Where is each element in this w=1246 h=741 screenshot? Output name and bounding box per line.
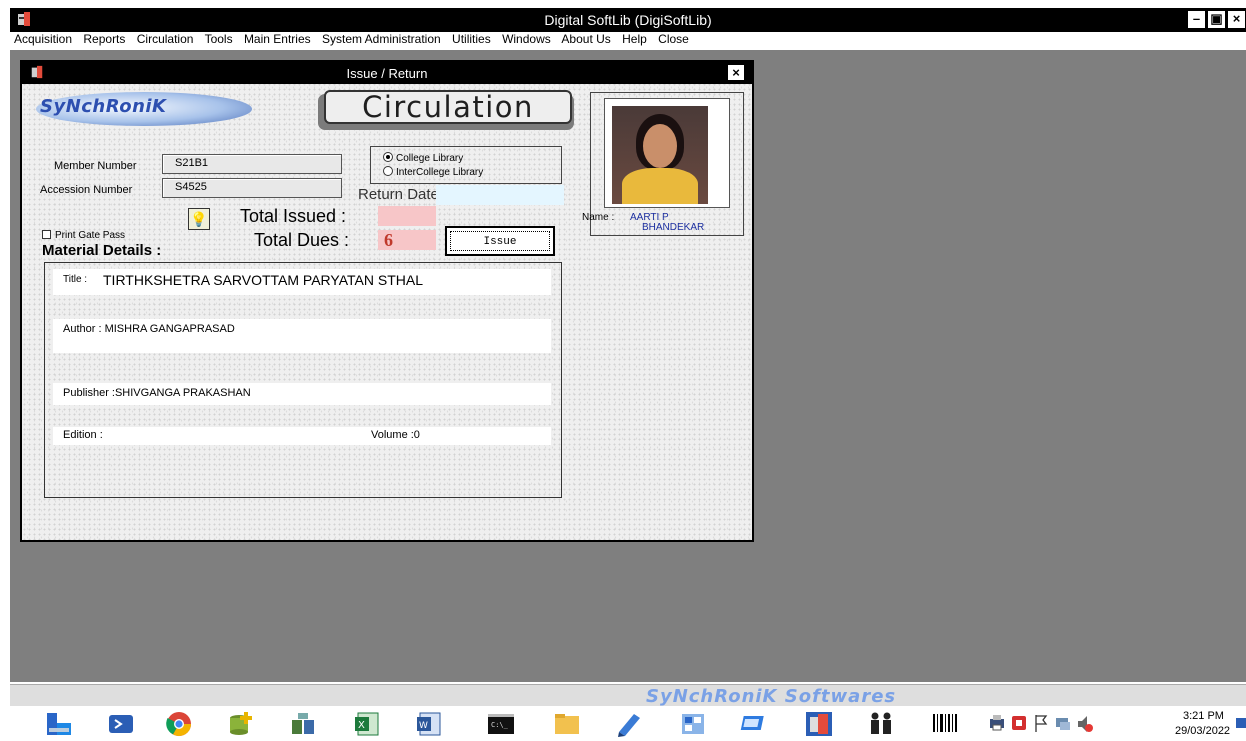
close-window-button[interactable]: × — [1228, 11, 1245, 28]
menu-main-entries[interactable]: Main Entries — [244, 32, 311, 46]
material-details-panel: Title : TIRTHKSHETRA SARVOTTAM PARYATAN … — [44, 262, 562, 498]
svg-text:C:\_: C:\_ — [491, 721, 509, 729]
menu-about-us[interactable]: About Us — [561, 32, 610, 46]
menu-system-administration[interactable]: System Administration — [322, 32, 441, 46]
intercollege-library-label: InterCollege Library — [396, 167, 484, 178]
app-title: Digital SoftLib (DigiSoftLib) — [544, 12, 712, 28]
cmd-icon[interactable]: C:\_ — [486, 710, 516, 738]
accession-number-field[interactable]: S4525 — [162, 178, 342, 198]
printer-icon[interactable] — [988, 710, 1006, 738]
volume-label: Volume :0 — [371, 429, 420, 441]
menu-help[interactable]: Help — [622, 32, 647, 46]
barcode-icon[interactable] — [930, 710, 960, 738]
explorer-icon[interactable] — [552, 710, 582, 738]
total-dues-label: Total Dues : — [254, 230, 350, 250]
menu-utilities[interactable]: Utilities — [452, 32, 491, 46]
edition-row: Edition : Volume :0 — [53, 427, 551, 445]
title-value: TIRTHKSHETRA SARVOTTAM PARYATAN STHAL — [103, 272, 423, 288]
radio-unselected-icon[interactable] — [383, 166, 393, 176]
intercollege-library-option[interactable]: InterCollege Library — [383, 166, 483, 178]
lookup-bulb-button[interactable]: 💡 — [188, 208, 210, 230]
menu-windows[interactable]: Windows — [502, 32, 551, 46]
issue-button-label: Issue — [450, 231, 550, 251]
radio-selected-icon[interactable] — [383, 152, 393, 162]
library-type-group: College Library InterCollege Library — [370, 146, 562, 184]
menu-acquisition[interactable]: Acquisition — [14, 32, 72, 46]
menubar: Acquisition Reports Circulation Tools Ma… — [14, 32, 697, 50]
word-icon[interactable]: W — [414, 710, 444, 738]
restore-button[interactable]: ▣ — [1208, 11, 1225, 28]
member-name-label: Name : — [582, 212, 615, 223]
dialog-title: Issue / Return — [346, 66, 428, 81]
clock-date[interactable]: 29/03/2022 — [1175, 725, 1230, 737]
total-issued-value — [378, 206, 436, 226]
circulation-heading: Circulation — [324, 90, 572, 124]
print-gate-pass-checkbox[interactable]: Print Gate Pass — [42, 230, 125, 241]
clock-time[interactable]: 3:21 PM — [1183, 710, 1224, 722]
member-name-line2: BHANDEKAR — [642, 222, 705, 233]
member-number-label: Member Number — [54, 160, 137, 172]
chrome-icon[interactable] — [164, 710, 194, 738]
powershell-icon[interactable] — [106, 710, 136, 738]
file-manager-icon[interactable] — [44, 710, 74, 738]
app-root: Digital SoftLib (DigiSoftLib) – ▣ × Acqu… — [0, 0, 1246, 741]
publisher-value: Publisher :SHIVGANGA PRAKASHAN — [63, 387, 251, 399]
checkbox-icon[interactable] — [42, 230, 51, 239]
antivirus-icon[interactable] — [1010, 710, 1028, 738]
author-row: Author : MISHRA GANGAPRASAD — [53, 319, 551, 353]
minimize-button[interactable]: – — [1188, 11, 1205, 28]
display-icon[interactable] — [740, 710, 770, 738]
menu-close[interactable]: Close — [658, 32, 689, 46]
member-photo — [612, 106, 708, 204]
members-icon[interactable] — [866, 710, 896, 738]
notes-icon[interactable] — [614, 710, 644, 738]
return-date-label: Return Date — [358, 186, 439, 203]
title-label: Title : — [63, 274, 88, 285]
menu-tools[interactable]: Tools — [205, 32, 233, 46]
logo-text: SyNchRoniK — [40, 96, 167, 117]
status-bar: SyNchRoniK Softwares — [10, 684, 1246, 707]
brand-text: SyNchRoniK Softwares — [646, 686, 897, 707]
dialog-close-button[interactable]: × — [728, 65, 744, 80]
softlib-icon[interactable] — [804, 710, 834, 738]
database-plus-icon[interactable] — [226, 710, 256, 738]
notification-icon[interactable] — [1236, 718, 1246, 728]
dialog-titlebar: Issue / Return × — [22, 62, 752, 84]
svg-text:W: W — [419, 721, 428, 731]
accession-number-label: Accession Number — [40, 184, 133, 196]
svg-text:X: X — [358, 720, 365, 731]
author-value: Author : MISHRA GANGAPRASAD — [63, 323, 235, 335]
menu-reports[interactable]: Reports — [83, 32, 125, 46]
edition-label: Edition : — [63, 429, 103, 441]
publisher-row: Publisher :SHIVGANGA PRAKASHAN — [53, 383, 551, 405]
network-icon[interactable] — [1054, 710, 1072, 738]
college-library-label: College Library — [396, 153, 464, 164]
total-issued-label: Total Issued : — [240, 206, 347, 226]
network-db-icon[interactable] — [288, 710, 318, 738]
volume-icon[interactable] — [1076, 710, 1094, 738]
print-gate-pass-label: Print Gate Pass — [55, 230, 126, 241]
issue-return-dialog: Issue / Return × SyNchRoniK Circulation … — [20, 60, 754, 542]
college-library-option[interactable]: College Library — [383, 152, 463, 164]
control-panel-icon[interactable] — [678, 710, 708, 738]
title-row: Title : TIRTHKSHETRA SARVOTTAM PARYATAN … — [53, 269, 551, 295]
taskbar: X W C:\_ 3:21 PM 29/03/2022 — [0, 706, 1246, 741]
excel-icon[interactable]: X — [352, 710, 382, 738]
app-titlebar: Digital SoftLib (DigiSoftLib) – ▣ × — [10, 8, 1246, 32]
issue-button[interactable]: Issue — [445, 226, 555, 256]
member-number-field[interactable]: S21B1 — [162, 154, 342, 174]
flag-icon[interactable] — [1032, 710, 1050, 738]
material-details-header: Material Details : — [42, 242, 162, 259]
menu-circulation[interactable]: Circulation — [137, 32, 194, 46]
return-date-field[interactable] — [436, 185, 564, 205]
total-dues-value: 6 — [384, 230, 393, 250]
